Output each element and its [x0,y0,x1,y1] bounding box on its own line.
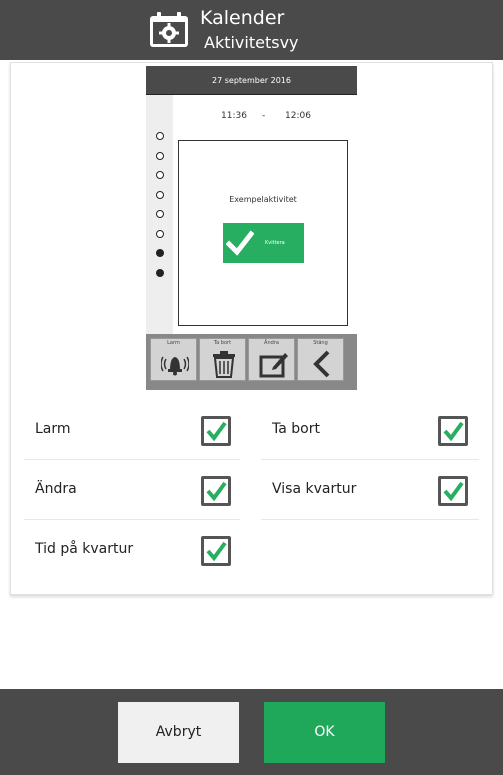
option-label: Tid på kvartur [35,541,134,557]
preview-delete-label: Ta bort [213,340,232,346]
preview-activity-name: Exempelaktivitet [229,195,297,204]
option-checkbox[interactable] [438,476,468,506]
option-label: Ändra [35,481,77,497]
alarm-icon [161,356,189,376]
preview-close-label: Stäng [313,340,328,346]
activity-preview: 27 september 2016 29 min 11:36 - 12:06 E… [146,66,357,390]
checkmark-icon [443,481,464,502]
option-row-larm[interactable]: Larm [24,401,240,460]
checkmark-icon [206,481,227,502]
checkmark-icon [206,421,227,442]
checkmark-icon [226,230,254,256]
bottom-bar: Avbryt OK [0,689,503,775]
preview-confirm-button: Kvittera [223,223,304,263]
preview-close-button: Stäng [297,338,344,381]
option-row-tid-pa-kvartur[interactable]: Tid på kvartur [24,521,240,580]
option-checkbox[interactable] [438,416,468,446]
edit-icon [259,353,288,378]
timeline-dot-empty [156,190,164,199]
timeline-dot-empty [156,151,164,160]
preview-date: 27 september 2016 [146,66,357,95]
preview-confirm-label: Kvittera [265,240,285,246]
preview-delete-button: Ta bort [199,338,246,381]
option-label: Ta bort [272,421,320,437]
preview-alarm-button: Larm [150,338,197,381]
option-label: Visa kvartur [272,481,357,497]
preview-timeline: 29 min [146,95,173,362]
preview-activity-box: Exempelaktivitet Kvittera [178,140,348,326]
preview-edit-button: Ändra [248,338,295,381]
preview-time-separator: - [262,111,266,121]
option-checkbox[interactable] [201,476,231,506]
option-row-ta-bort[interactable]: Ta bort [261,401,479,460]
cancel-button[interactable]: Avbryt [118,702,239,763]
checkmark-icon [206,541,227,562]
option-row-visa-kvartur[interactable]: Visa kvartur [261,461,479,520]
back-icon [313,350,330,378]
preview-alarm-label: Larm [167,340,180,346]
preview-edit-label: Ändra [264,340,279,346]
divider [24,459,240,460]
option-row-andra[interactable]: Ändra [24,461,240,520]
page-subtitle: Aktivitetsvy [204,33,299,52]
divider [261,459,479,460]
trash-icon [213,351,235,378]
timeline-dot-empty [156,210,164,218]
option-label: Larm [35,421,71,437]
divider [24,519,240,520]
divider [261,519,479,520]
checkmark-icon [443,421,464,442]
preview-start-time: 11:36 [221,111,247,121]
timeline-dot-empty [156,171,164,179]
timeline-dot-filled [156,268,164,277]
timeline-dot-filled [156,249,164,257]
ok-button[interactable]: OK [264,702,385,763]
preview-toolbar: Larm Ta bort Ändra Stäng [146,334,357,390]
timeline-dot-empty [156,132,164,140]
option-checkbox[interactable] [201,536,231,566]
calendar-gear-icon [150,12,188,47]
timeline-dot-empty [156,229,164,238]
page-title: Kalender [200,7,285,29]
title-bar: Kalender Aktivitetsvy [0,0,503,60]
option-checkbox[interactable] [201,416,231,446]
preview-end-time: 12:06 [285,111,311,121]
